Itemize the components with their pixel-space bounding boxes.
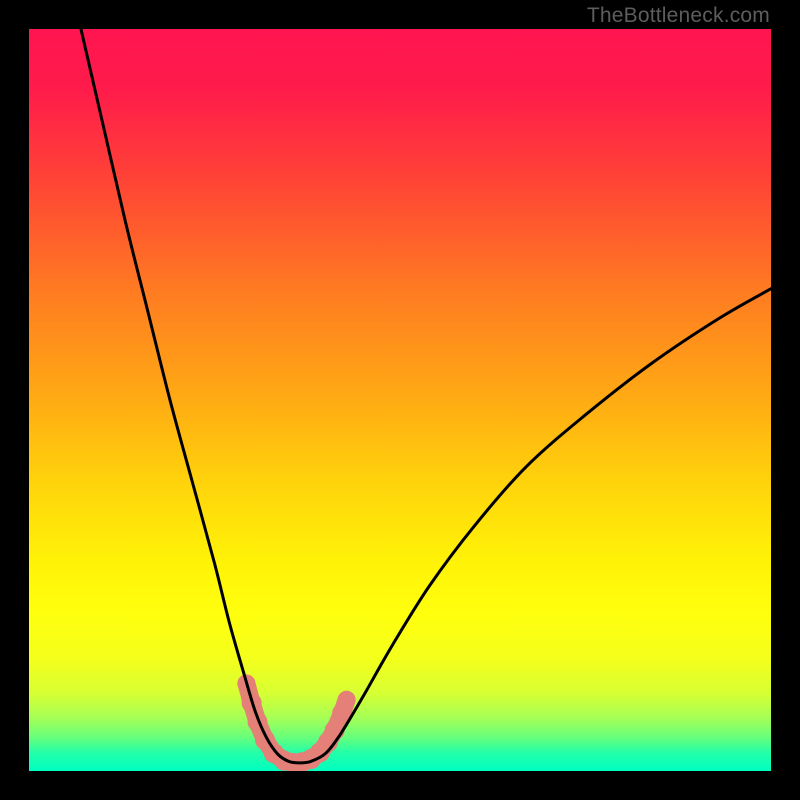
plot-area	[29, 29, 771, 771]
chart-svg	[29, 29, 771, 771]
bottleneck-curve	[81, 29, 771, 763]
optimal-range-markers	[237, 674, 355, 771]
outer-frame: TheBottleneck.com	[0, 0, 800, 800]
watermark-text: TheBottleneck.com	[587, 4, 770, 28]
